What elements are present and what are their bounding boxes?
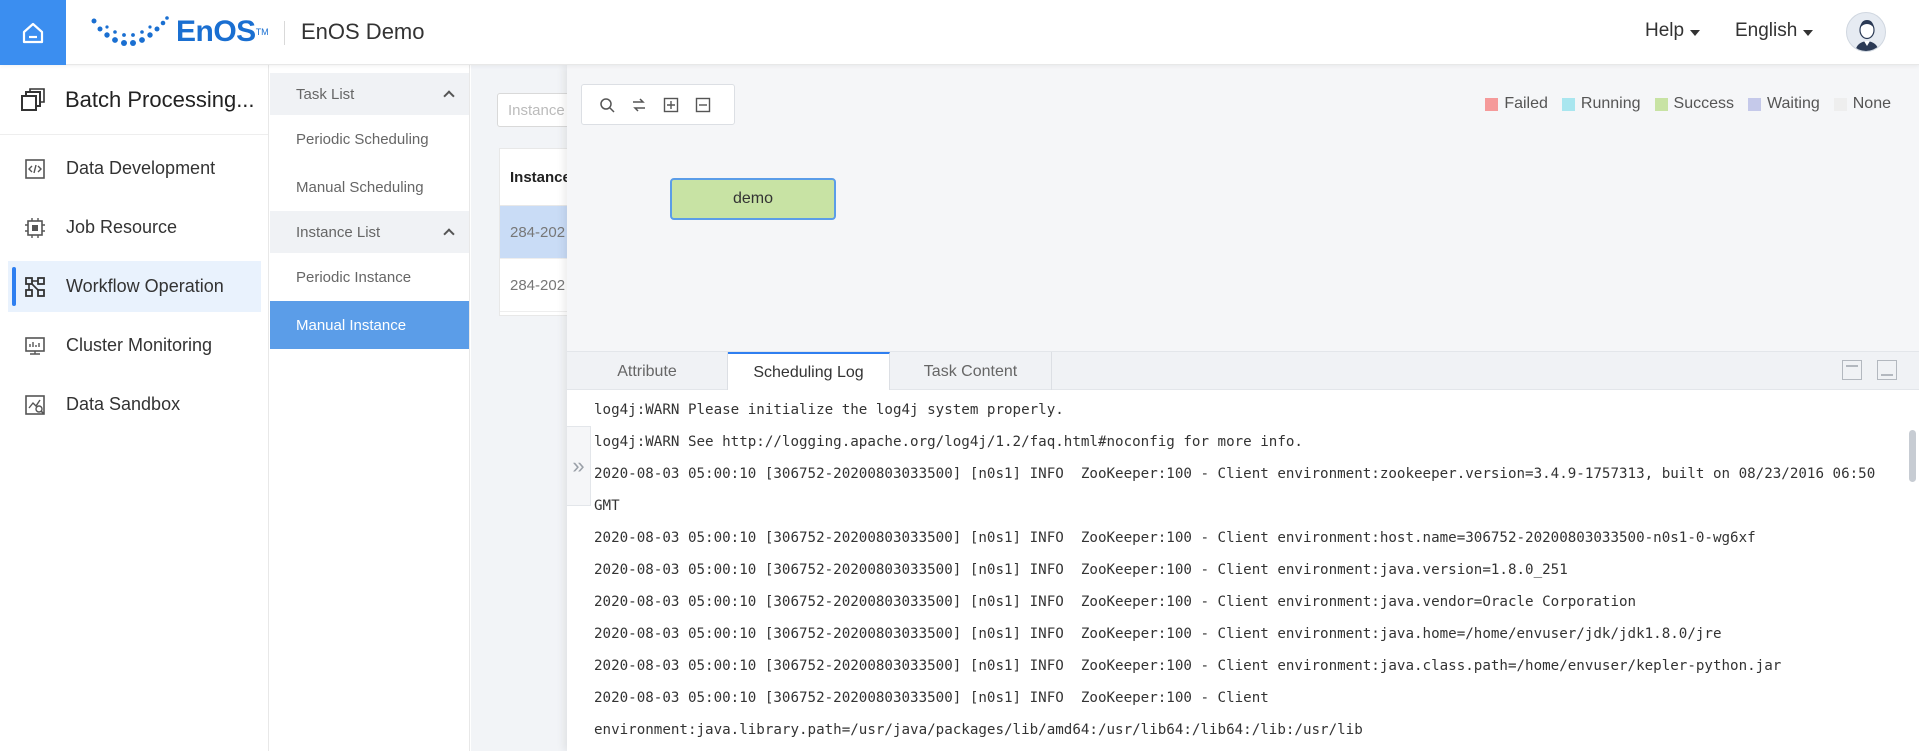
log-line: 2020-08-03 05:00:10 [306752-202008030335…: [594, 690, 1363, 738]
task-list-group[interactable]: Task List: [270, 73, 469, 115]
legend-label: Failed: [1504, 95, 1548, 112]
nav-item-cluster-monitoring[interactable]: Cluster Monitoring: [8, 320, 261, 371]
brand-trademark: TM: [255, 27, 269, 37]
header-divider: [284, 21, 285, 45]
nav-label: Workflow Operation: [66, 276, 224, 296]
log-line: 2020-08-03 05:00:10 [306752-202008030335…: [594, 562, 1568, 578]
tab-scheduling-log[interactable]: Scheduling Log: [728, 352, 890, 392]
subnav-item-manual-scheduling[interactable]: Manual Scheduling: [270, 163, 469, 211]
sandbox-icon: [25, 394, 45, 415]
legend-success: Success: [1654, 95, 1734, 113]
chevron-up-icon: [443, 90, 455, 102]
log-lines: log4j:WARN Please initialize the log4j s…: [594, 394, 1884, 746]
chip-icon: [25, 217, 45, 238]
nav-item-data-development[interactable]: Data Development: [8, 143, 261, 194]
tab-attribute[interactable]: Attribute: [567, 352, 728, 391]
user-avatar[interactable]: [1846, 12, 1886, 52]
log-line: log4j:WARN Please initialize the log4j s…: [594, 402, 1064, 418]
group-title: Task List: [296, 85, 355, 103]
log-line: 2020-08-03 05:00:10 [306752-202008030335…: [594, 530, 1756, 546]
language-label: English: [1735, 20, 1798, 41]
scheduling-log: » log4j:WARN Please initialize the log4j…: [567, 390, 1919, 751]
search-icon[interactable]: [598, 96, 616, 114]
module-title: Batch Processing...: [65, 86, 255, 112]
enos-logo[interactable]: EnOS TM: [90, 14, 269, 50]
subnav-item-periodic-scheduling[interactable]: Periodic Scheduling: [270, 115, 469, 163]
top-bar: EnOS TM EnOS Demo Help English: [0, 0, 1919, 65]
nav-item-data-sandbox[interactable]: Data Sandbox: [8, 379, 261, 430]
legend-label: None: [1852, 95, 1891, 112]
instance-detail-panel: Failed Running Success Waiting None demo…: [567, 65, 1919, 751]
app-title: EnOS Demo: [301, 19, 425, 44]
left-navigation: Batch Processing... Data Development Job…: [0, 65, 269, 751]
nav-item-workflow-operation[interactable]: Workflow Operation: [8, 261, 261, 312]
nav-label: Job Resource: [66, 217, 178, 237]
help-label: Help: [1645, 20, 1685, 41]
workflow-node-demo[interactable]: demo: [670, 178, 836, 220]
log-scrollbar[interactable]: [1905, 390, 1919, 751]
legend-running: Running: [1561, 95, 1641, 113]
code-icon: [25, 158, 45, 179]
legend-label: Success: [1673, 95, 1734, 112]
caret-down-icon: [1803, 29, 1814, 36]
nav-label: Cluster Monitoring: [66, 335, 213, 355]
instance-search-input[interactable]: Instance: [497, 93, 577, 127]
legend-swatch: [1833, 97, 1847, 111]
zoom-out-icon[interactable]: [694, 96, 712, 114]
subnav-item-periodic-instance[interactable]: Periodic Instance: [270, 253, 469, 301]
log-line: 2020-08-03 05:00:10 [306752-202008030335…: [594, 658, 1782, 674]
legend-none: None: [1833, 95, 1891, 113]
module-header[interactable]: Batch Processing...: [0, 65, 268, 135]
zoom-in-icon[interactable]: [662, 96, 680, 114]
home-button[interactable]: [0, 0, 66, 65]
log-line: log4j:WARN See http://logging.apache.org…: [594, 434, 1303, 450]
tab-task-content[interactable]: Task Content: [890, 352, 1052, 391]
nav-label: Data Sandbox: [66, 394, 181, 414]
workflow-canvas[interactable]: Failed Running Success Waiting None demo: [567, 65, 1919, 351]
caret-down-icon: [1690, 29, 1701, 36]
nav-item-job-resource[interactable]: Job Resource: [8, 202, 261, 253]
legend-label: Running: [1580, 95, 1641, 112]
maximize-icon[interactable]: [1842, 360, 1862, 380]
canvas-toolbar: [581, 84, 735, 125]
chevron-up-icon: [443, 228, 455, 240]
legend-waiting: Waiting: [1747, 95, 1820, 113]
logo-dots-icon: [91, 16, 169, 46]
refresh-icon[interactable]: [630, 96, 648, 114]
scrollbar-thumb[interactable]: [1909, 430, 1916, 482]
legend-swatch: [1485, 97, 1499, 111]
brand-name: EnOS: [176, 15, 256, 48]
log-line: 2020-08-03 05:00:10 [306752-202008030335…: [594, 466, 1884, 514]
legend-failed: Failed: [1485, 95, 1548, 113]
help-menu[interactable]: Help: [1645, 20, 1701, 42]
instance-list-content: Instance Instance 284-202 284-202: [471, 65, 579, 751]
legend-swatch: [1561, 97, 1575, 111]
double-chevron-right-icon[interactable]: »: [567, 426, 591, 506]
log-line: 2020-08-03 05:00:10 [306752-202008030335…: [594, 594, 1637, 610]
subnav-item-manual-instance[interactable]: Manual Instance: [270, 301, 469, 349]
log-line: 2020-08-03 05:00:10 [306752-202008030335…: [594, 626, 1722, 642]
detail-tabs: Attribute Scheduling Log Task Content: [567, 351, 1919, 392]
status-legend: Failed Running Success Waiting None: [1485, 95, 1891, 113]
layers-icon: [21, 87, 45, 111]
legend-label: Waiting: [1766, 95, 1820, 112]
minimize-icon[interactable]: [1877, 360, 1897, 380]
user-icon: [1855, 20, 1879, 51]
language-menu[interactable]: English: [1735, 20, 1814, 42]
workflow-icon: [25, 276, 45, 297]
monitor-icon: [25, 336, 45, 355]
nav-label: Data Development: [66, 158, 216, 178]
instance-list-group[interactable]: Instance List: [270, 211, 469, 253]
secondary-navigation: Task List Periodic Scheduling Manual Sch…: [270, 65, 470, 751]
home-icon: [22, 22, 44, 43]
legend-swatch: [1654, 97, 1668, 111]
legend-swatch: [1747, 97, 1761, 111]
group-title: Instance List: [296, 223, 381, 241]
